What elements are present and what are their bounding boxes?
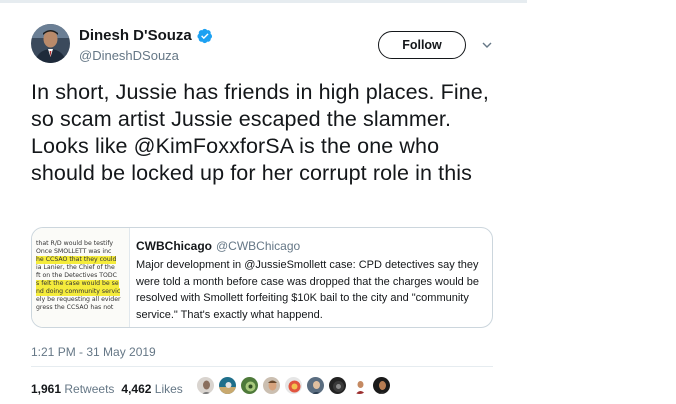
quoted-tweet-card[interactable]: that R/D would be testify Once SMOLLETT …: [31, 227, 493, 328]
chevron-down-icon[interactable]: [481, 39, 493, 51]
retweets-stat[interactable]: 1,961 Retweets: [31, 382, 114, 396]
quoted-tweet-name[interactable]: CWBChicago: [136, 239, 212, 253]
tweet-timestamp[interactable]: 1:21 PM - 31 May 2019: [31, 345, 156, 359]
liker-avatar[interactable]: [328, 376, 347, 395]
quoted-tweet-handle[interactable]: @CWBChicago: [216, 239, 300, 253]
liker-avatar[interactable]: [350, 376, 369, 395]
thumbnail-text-line-highlighted: he CCSAO that they could: [36, 256, 117, 264]
quoted-tweet-image[interactable]: that R/D would be testify Once SMOLLETT …: [32, 228, 130, 327]
thumbnail-text-line: that R/D would be testify: [36, 240, 114, 247]
liker-avatar[interactable]: [306, 376, 325, 395]
likes-count[interactable]: 4,462: [121, 382, 151, 396]
thumbnail-text-line: gress the CCSAO has not: [36, 304, 114, 311]
author-name-row[interactable]: Dinesh D'Souza: [79, 27, 213, 44]
liker-avatar[interactable]: [372, 376, 391, 395]
thumbnail-text-line: Once SMOLLETT was inc: [36, 248, 112, 255]
thumbnail-text-line-highlighted: s felt the case would be se: [36, 280, 119, 288]
author-name[interactable]: Dinesh D'Souza: [79, 27, 192, 44]
liker-avatar[interactable]: [262, 376, 281, 395]
author-handle[interactable]: @DineshDSouza: [79, 48, 179, 63]
thumbnail-text-line-highlighted: nd doing community servic: [36, 288, 121, 296]
thumbnail-text-line: ely be requesting all evider: [36, 296, 121, 303]
liker-avatar[interactable]: [196, 376, 215, 395]
likes-stat[interactable]: 4,462 Likes: [121, 382, 182, 396]
liker-avatar[interactable]: [218, 376, 237, 395]
likes-label[interactable]: Likes: [155, 382, 183, 396]
author-avatar[interactable]: [31, 24, 70, 63]
verified-badge-icon: [197, 28, 212, 43]
liker-avatar[interactable]: [240, 376, 259, 395]
liker-avatar[interactable]: [284, 376, 303, 395]
tweet-stats: 1,961 Retweets 4,462 Likes: [31, 382, 183, 396]
liker-avatars: [196, 376, 394, 396]
divider: [31, 366, 493, 367]
retweets-count[interactable]: 1,961: [31, 382, 61, 396]
retweets-label[interactable]: Retweets: [64, 382, 114, 396]
tweet-text: In short, Jussie has friends in high pla…: [31, 80, 489, 185]
thumbnail-text-line: ft on the Detectives TODC: [36, 272, 118, 279]
follow-button[interactable]: Follow: [378, 31, 466, 59]
thumbnail-text-line: ia Lanier, the Chief of the: [36, 264, 115, 271]
quoted-tweet-text: Major development in @JussieSmollett cas…: [136, 259, 480, 321]
quoted-tweet-author[interactable]: CWBChicago @CWBChicago: [136, 239, 300, 253]
tweet: Dinesh D'Souza @DineshDSouza Follow In s…: [0, 0, 527, 404]
